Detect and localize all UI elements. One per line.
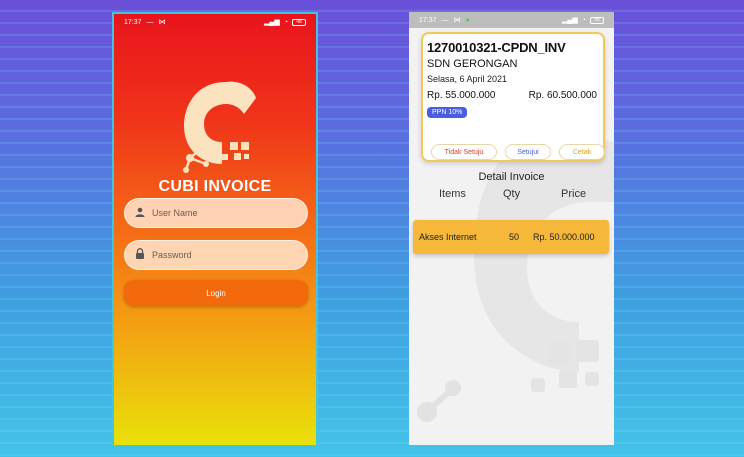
approve-button[interactable]: Setujui bbox=[505, 144, 551, 160]
invoice-screen: 17:37 — ⋈ ● ▂▄▆ ◔ 48 1270010321-CPDN_INV… bbox=[409, 12, 614, 445]
card-actions: Tidak Setuju Setujui Cetak bbox=[431, 144, 605, 162]
table-header: Items Qty Price bbox=[409, 188, 614, 202]
mail-icon: ⋈ bbox=[453, 17, 461, 24]
reject-button[interactable]: Tidak Setuju bbox=[431, 144, 497, 160]
status-bar: 17:37 — ⋈ ● ▂▄▆ ◔ 48 bbox=[409, 12, 614, 28]
battery-icon: 48 bbox=[292, 18, 306, 26]
invoice-amounts: Rp. 55.000.000 Rp. 60.500.000 bbox=[427, 90, 599, 101]
amount-after-tax: Rp. 60.500.000 bbox=[528, 90, 597, 101]
status-bar: 17:37 — ⋈ ▂▄▆ ◔ 48 bbox=[114, 14, 316, 30]
column-qty: Qty bbox=[503, 188, 521, 200]
school-name: SDN GERONGAN bbox=[427, 58, 518, 70]
cubi-logo bbox=[174, 76, 264, 186]
item-qty: 50 bbox=[509, 232, 520, 242]
mail-icon: ⋈ bbox=[158, 19, 166, 26]
minus-icon: — bbox=[441, 16, 449, 24]
amount-before-tax: Rp. 55.000.000 bbox=[427, 90, 496, 101]
lock-icon bbox=[135, 246, 145, 264]
invoice-date: Selasa, 6 April 2021 bbox=[427, 74, 508, 84]
password-field[interactable] bbox=[124, 240, 308, 270]
invoice-number: 1270010321-CPDN_INV bbox=[427, 40, 566, 55]
item-price: Rp. 50.000.000 bbox=[533, 232, 595, 242]
invoice-card[interactable]: 1270010321-CPDN_INV SDN GERONGAN Selasa,… bbox=[421, 32, 605, 162]
password-input[interactable] bbox=[152, 250, 292, 260]
print-button[interactable]: Cetak bbox=[559, 144, 605, 160]
battery-icon: 48 bbox=[590, 16, 604, 24]
column-items: Items bbox=[439, 188, 466, 200]
minus-icon: — bbox=[146, 18, 154, 26]
item-name: Akses Internet bbox=[419, 232, 477, 242]
wifi-icon: ◔ bbox=[283, 18, 288, 26]
status-time: 17:37 bbox=[124, 18, 142, 26]
signal-icon: ▂▄▆ bbox=[264, 19, 280, 26]
signal-icon: ▂▄▆ bbox=[562, 17, 578, 24]
user-icon bbox=[135, 204, 145, 222]
detail-title: Detail Invoice bbox=[478, 171, 545, 183]
column-price: Price bbox=[561, 188, 587, 200]
table-row[interactable]: Akses Internet 50 Rp. 50.000.000 bbox=[413, 220, 609, 254]
ppn-badge: PPN 10% bbox=[427, 107, 468, 118]
username-input[interactable] bbox=[152, 208, 292, 218]
status-time: 17:37 bbox=[419, 16, 437, 24]
login-screen: 17:37 — ⋈ ▂▄▆ ◔ 48 CUBI INVOICE User Nam… bbox=[112, 12, 318, 447]
whatsapp-icon: ● bbox=[465, 16, 470, 24]
app-name: CUBI INVOICE bbox=[158, 178, 272, 195]
wifi-icon: ◔ bbox=[581, 16, 586, 24]
login-button[interactable]: Login bbox=[124, 280, 308, 306]
username-field[interactable] bbox=[124, 198, 308, 228]
